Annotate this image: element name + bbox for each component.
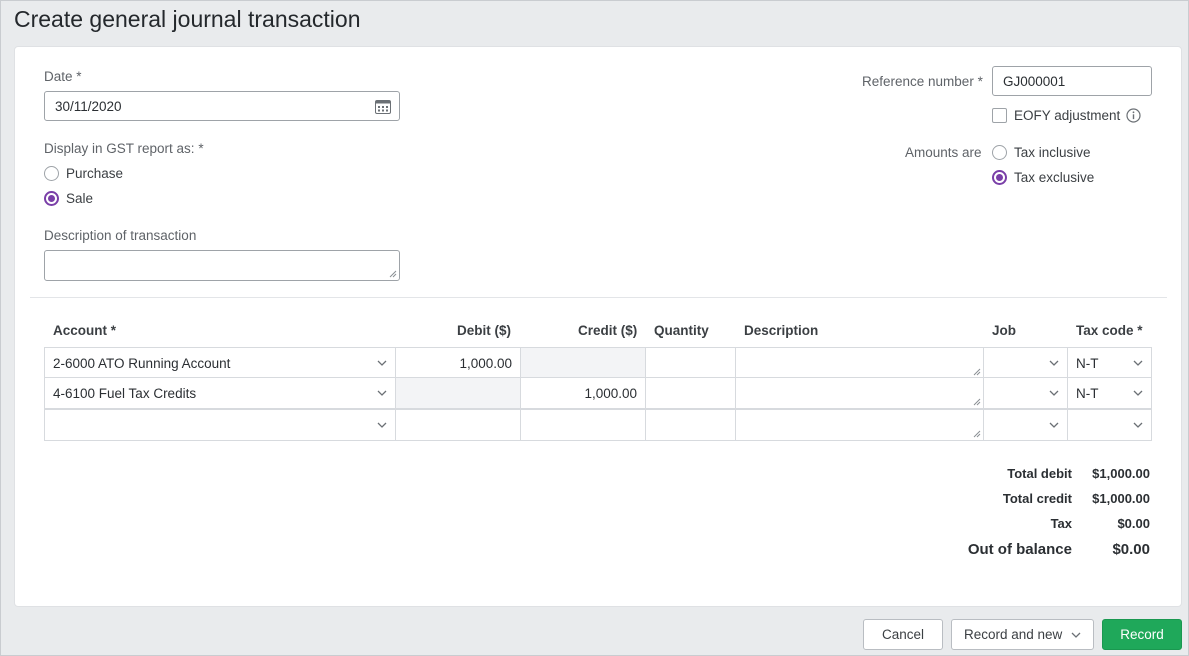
tax-exclusive-radio[interactable] <box>992 170 1007 185</box>
purchase-radio[interactable] <box>44 166 59 181</box>
header-credit: Credit ($) <box>578 323 638 338</box>
header-account: Account * <box>53 323 117 338</box>
line-description-input[interactable] <box>735 377 984 409</box>
sale-radio[interactable] <box>44 191 59 206</box>
info-icon[interactable] <box>1126 108 1141 123</box>
account-select[interactable]: 2-6000 ATO Running Account <box>44 347 396 379</box>
credit-input[interactable] <box>520 409 646 441</box>
gst-option-sale[interactable]: Sale <box>44 191 93 206</box>
job-select[interactable] <box>983 377 1068 409</box>
job-select[interactable] <box>983 347 1068 379</box>
record-and-new-button[interactable]: Record and new <box>951 619 1094 650</box>
page-title: Create general journal transaction <box>14 6 361 32</box>
chevron-down-icon <box>1049 360 1059 366</box>
table-row <box>44 409 1152 441</box>
tax-code-value: N-T <box>1076 355 1099 371</box>
gst-report-label: Display in GST report as: <box>44 141 204 156</box>
chevron-down-icon <box>1133 360 1143 366</box>
account-select[interactable]: 4-6100 Fuel Tax Credits <box>44 377 396 409</box>
debit-input[interactable] <box>395 377 521 409</box>
record-and-new-label: Record and new <box>964 627 1063 642</box>
amounts-option-tax-inclusive[interactable]: Tax inclusive <box>992 145 1091 160</box>
cancel-button[interactable]: Cancel <box>863 619 943 650</box>
debit-input[interactable]: 1,000.00 <box>395 347 521 379</box>
chevron-down-icon <box>1133 390 1143 396</box>
quantity-input[interactable] <box>645 377 736 409</box>
reference-field[interactable]: GJ000001 <box>992 66 1152 96</box>
tax-code-value: N-T <box>1076 385 1099 401</box>
chevron-down-icon <box>1049 422 1059 428</box>
tax-code-select[interactable] <box>1067 409 1152 441</box>
amounts-are-label: Amounts are <box>905 145 982 160</box>
total-credit-label: Total credit <box>1002 491 1072 506</box>
credit-input[interactable]: 1,000.00 <box>520 377 646 409</box>
credit-value: 1,000.00 <box>584 385 637 401</box>
header-description: Description <box>744 323 819 338</box>
resize-grip-icon[interactable] <box>973 368 981 376</box>
amounts-option-tax-exclusive[interactable]: Tax exclusive <box>992 170 1094 185</box>
line-description-input[interactable] <box>735 409 984 441</box>
total-debit-value: $1,000.00 <box>1092 466 1150 481</box>
journal-lines-table: 2-6000 ATO Running Account 1,000.00 N-T … <box>44 347 1152 443</box>
account-select[interactable] <box>44 409 396 441</box>
tax-label: Tax <box>1050 516 1072 531</box>
reference-label: Reference number <box>862 74 983 89</box>
date-value: 30/11/2020 <box>55 98 122 114</box>
purchase-label: Purchase <box>66 166 124 181</box>
resize-grip-icon[interactable] <box>389 270 397 278</box>
chevron-down-icon <box>1133 422 1143 428</box>
tax-inclusive-label: Tax inclusive <box>1014 145 1091 160</box>
header-debit: Debit ($) <box>457 323 511 338</box>
tax-value: $0.00 <box>1117 516 1150 531</box>
account-value: 4-6100 Fuel Tax Credits <box>53 385 197 401</box>
debit-input[interactable] <box>395 409 521 441</box>
tax-code-select[interactable]: N-T <box>1067 377 1152 409</box>
section-divider <box>30 297 1167 298</box>
description-input[interactable] <box>44 250 400 281</box>
table-row: 2-6000 ATO Running Account 1,000.00 N-T <box>44 347 1152 379</box>
eofy-adjustment[interactable]: EOFY adjustment <box>992 108 1141 123</box>
tax-exclusive-label: Tax exclusive <box>1014 170 1095 185</box>
quantity-input[interactable] <box>645 409 736 441</box>
out-of-balance-label: Out of balance <box>967 541 1072 558</box>
sale-label: Sale <box>66 191 94 206</box>
resize-grip-icon[interactable] <box>973 430 981 438</box>
job-select[interactable] <box>983 409 1068 441</box>
calendar-icon[interactable] <box>375 99 391 114</box>
table-row: 4-6100 Fuel Tax Credits 1,000.00 N-T <box>44 377 1152 410</box>
out-of-balance-value: $0.00 <box>1112 541 1150 558</box>
description-label: Description of transaction <box>44 228 197 243</box>
resize-grip-icon[interactable] <box>973 398 981 406</box>
header-quantity: Quantity <box>654 323 709 338</box>
reference-value: GJ000001 <box>1003 73 1066 89</box>
eofy-label: EOFY adjustment <box>1014 108 1121 123</box>
date-label: Date <box>44 69 82 84</box>
quantity-input[interactable] <box>645 347 736 379</box>
gst-option-purchase[interactable]: Purchase <box>44 166 123 181</box>
tax-inclusive-radio[interactable] <box>992 145 1007 160</box>
credit-input[interactable] <box>520 347 646 379</box>
chevron-down-icon <box>1071 632 1081 638</box>
eofy-checkbox[interactable] <box>992 108 1007 123</box>
total-debit-label: Total debit <box>1007 466 1072 481</box>
total-credit-value: $1,000.00 <box>1092 491 1150 506</box>
header-job: Job <box>992 323 1017 338</box>
chevron-down-icon <box>377 390 387 396</box>
date-field[interactable]: 30/11/2020 <box>44 91 400 121</box>
debit-value: 1,000.00 <box>459 355 512 371</box>
tax-code-select[interactable]: N-T <box>1067 347 1152 379</box>
record-button[interactable]: Record <box>1102 619 1182 650</box>
chevron-down-icon <box>377 360 387 366</box>
line-description-input[interactable] <box>735 347 984 379</box>
header-tax-code: Tax code * <box>1076 323 1143 338</box>
chevron-down-icon <box>1049 390 1059 396</box>
account-value: 2-6000 ATO Running Account <box>53 355 231 371</box>
chevron-down-icon <box>377 422 387 428</box>
